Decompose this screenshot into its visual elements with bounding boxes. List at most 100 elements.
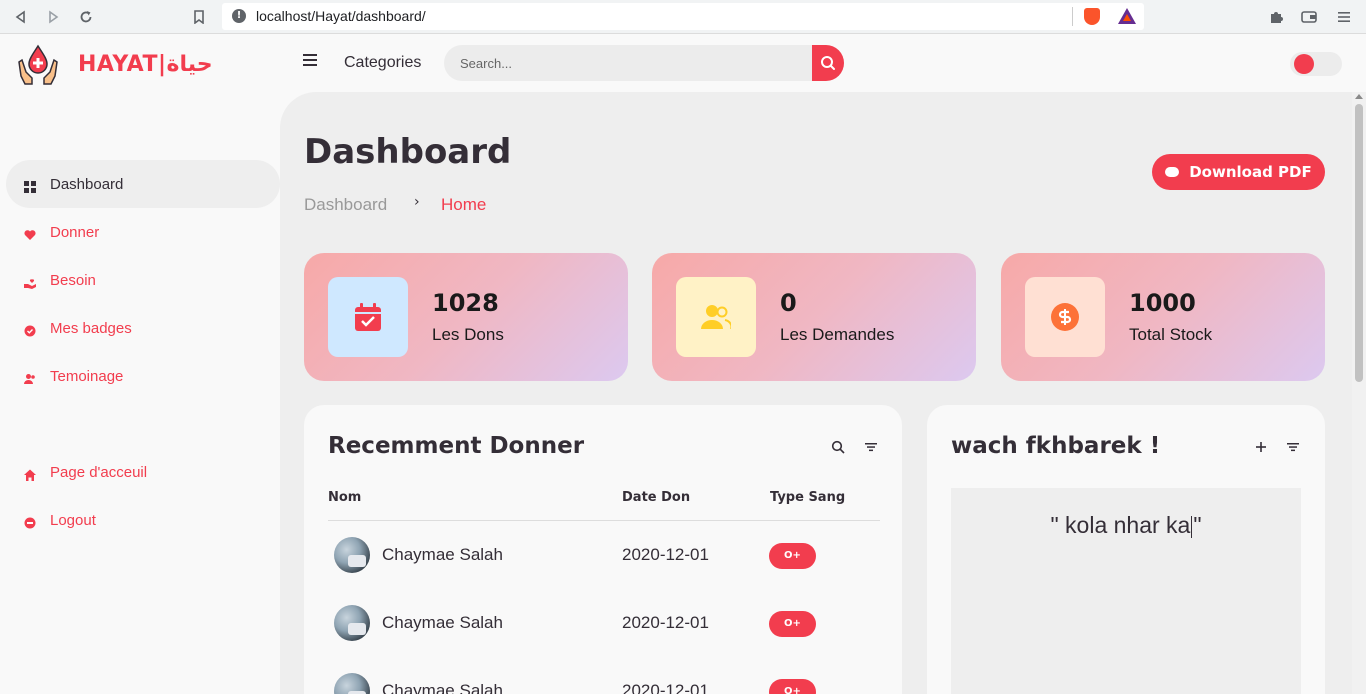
breadcrumb-home[interactable]: Home: [441, 195, 486, 215]
hayat-logo-icon: [16, 42, 60, 86]
sidebar-item-label: Logout: [50, 511, 96, 529]
bookmark-icon[interactable]: [188, 6, 210, 28]
filter-icon[interactable]: [1286, 439, 1300, 453]
search-form: [444, 45, 844, 81]
reload-icon[interactable]: [75, 6, 97, 28]
back-icon[interactable]: [10, 6, 32, 28]
stat-card-stock: 1000 Total Stock: [1001, 253, 1325, 381]
brand[interactable]: HAYAT|حياة: [16, 42, 213, 86]
main-content: Dashboard Dashboard › Home Download PDF …: [280, 92, 1352, 694]
filter-icon[interactable]: [864, 439, 878, 453]
table-row[interactable]: Chaymae Salah 2020-12-01 O+: [304, 671, 904, 694]
donor-name: Chaymae Salah: [382, 681, 503, 694]
donation-date: 2020-12-01: [622, 613, 709, 632]
cloud-download-icon: [1165, 167, 1180, 177]
sidebar-item-label: Besoin: [50, 271, 96, 289]
sidebar-item-page-acceuil[interactable]: Page d'acceuil: [10, 452, 276, 492]
stat-value: 1000: [1129, 289, 1196, 317]
scrollbar-thumb[interactable]: [1355, 104, 1363, 382]
search-input[interactable]: [460, 53, 800, 73]
address-bar[interactable]: ! localhost/Hayat/dashboard/: [222, 3, 1144, 30]
avatar: [334, 673, 370, 694]
blood-type-badge: O+: [769, 679, 816, 694]
brave-shields-icon[interactable]: [1084, 8, 1100, 25]
heart-icon: [24, 226, 36, 240]
page-title: Dashboard: [304, 132, 512, 172]
recent-donors-panel: Recemment Donner Nom Date Don Type Sang …: [304, 405, 902, 694]
search-button[interactable]: [812, 45, 844, 81]
logout-icon: [24, 514, 36, 529]
stat-value: 1028: [432, 289, 499, 317]
theme-switch[interactable]: [1290, 52, 1342, 76]
browser-menu-icon[interactable]: [1333, 6, 1355, 28]
sidebar-item-mes-badges[interactable]: Mes badges: [10, 308, 276, 348]
address-divider: [1072, 7, 1073, 26]
stat-value: 0: [780, 289, 797, 317]
plus-icon[interactable]: [1254, 439, 1268, 453]
stat-label: Total Stock: [1129, 325, 1213, 344]
sidebar-item-label: Page d'acceuil: [50, 463, 148, 481]
home-icon: [24, 466, 36, 481]
sidebar-item-dashboard[interactable]: Dashboard: [10, 164, 276, 204]
url-text[interactable]: localhost/Hayat/dashboard/: [256, 8, 426, 24]
quote-text[interactable]: " kola nhar ka ": [951, 512, 1301, 539]
blood-type-badge: O+: [769, 543, 816, 569]
panel-title: wach fkhbarek !: [951, 433, 1161, 459]
site-info-icon[interactable]: !: [232, 9, 246, 23]
stat-label: Les Dons: [432, 325, 504, 344]
quote-editor[interactable]: " kola nhar ka ": [951, 488, 1301, 694]
download-pdf-button[interactable]: Download PDF: [1152, 154, 1325, 190]
avatar: [334, 605, 370, 641]
download-pdf-label: Download PDF: [1189, 163, 1312, 181]
blood-type-badge: O+: [769, 611, 816, 637]
menu-toggle-icon[interactable]: [303, 54, 317, 68]
stat-card-dons: 1028 Les Dons: [304, 253, 628, 381]
sidebar-item-logout[interactable]: Logout: [10, 500, 276, 540]
stat-card-demandes: 0 Les Demandes: [652, 253, 976, 381]
chevron-right-icon: ›: [414, 194, 420, 210]
donation-date: 2020-12-01: [622, 545, 709, 564]
column-header[interactable]: Date Don: [622, 490, 690, 505]
brand-name: HAYAT|حياة: [78, 51, 213, 77]
page-scrollbar[interactable]: [1352, 92, 1366, 694]
calendar-check-icon: [328, 277, 408, 357]
avatar: [334, 537, 370, 573]
group-icon: [676, 277, 756, 357]
column-header[interactable]: Type Sang: [770, 490, 845, 505]
users-icon: [24, 370, 36, 384]
forward-icon[interactable]: [42, 6, 64, 28]
table-row[interactable]: Chaymae Salah 2020-12-01 O+: [304, 603, 904, 643]
dashboard-icon: [24, 178, 36, 193]
panel-title: Recemment Donner: [328, 433, 585, 459]
news-panel: wach fkhbarek ! " kola nhar ka ": [927, 405, 1325, 694]
table-header-divider: [328, 520, 880, 521]
sidebar-item-besoin[interactable]: Besoin: [10, 260, 276, 300]
theme-switch-knob: [1294, 54, 1314, 74]
sidebar-item-label: Mes badges: [50, 319, 132, 337]
extensions-icon[interactable]: [1265, 6, 1287, 28]
table-row[interactable]: Chaymae Salah 2020-12-01 O+: [304, 535, 904, 575]
badge-icon: [24, 322, 36, 337]
categories-link[interactable]: Categories: [344, 54, 421, 72]
sidebar: Dashboard Donner Besoin Mes badges Temoi…: [0, 92, 280, 694]
breadcrumb-dashboard[interactable]: Dashboard: [304, 195, 387, 215]
search-icon[interactable]: [831, 439, 845, 454]
dollar-circle-icon: [1025, 277, 1105, 357]
top-navbar: HAYAT|حياة Categories: [0, 34, 1366, 92]
column-header[interactable]: Nom: [328, 490, 361, 505]
browser-toolbar: ! localhost/Hayat/dashboard/: [0, 0, 1366, 34]
hand-heart-icon: [24, 274, 36, 289]
search-icon: [821, 56, 835, 70]
quote-text-before: " kola nhar ka: [1050, 512, 1191, 538]
wallet-icon[interactable]: [1298, 6, 1320, 28]
donation-date: 2020-12-01: [622, 681, 709, 694]
sidebar-item-temoinage[interactable]: Temoinage: [10, 356, 276, 396]
sidebar-item-label: Donner: [50, 223, 100, 241]
brave-rewards-icon[interactable]: [1118, 8, 1136, 24]
stat-label: Les Demandes: [780, 325, 895, 344]
sidebar-item-label: Temoinage: [50, 367, 124, 385]
scroll-up-arrow-icon[interactable]: [1355, 94, 1363, 99]
sidebar-item-donner[interactable]: Donner: [10, 212, 276, 252]
donor-name: Chaymae Salah: [382, 545, 503, 564]
sidebar-item-label: Dashboard: [50, 175, 124, 193]
